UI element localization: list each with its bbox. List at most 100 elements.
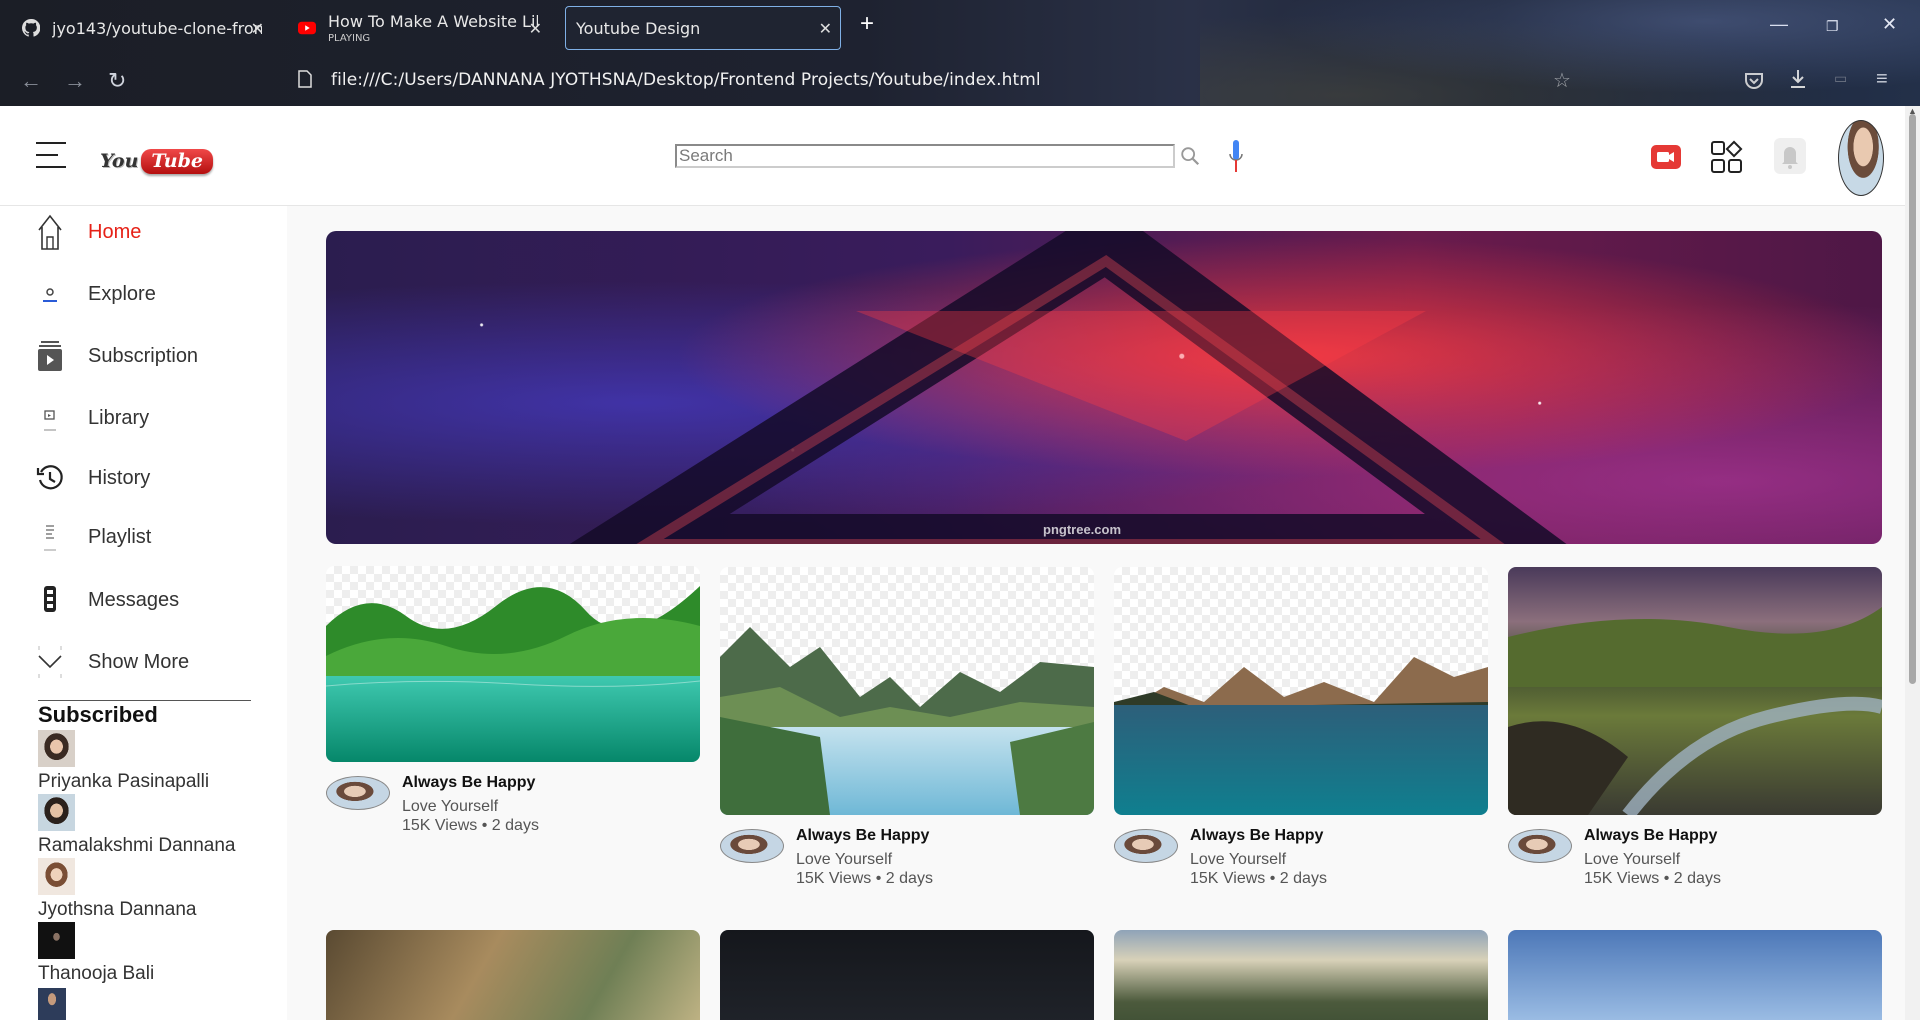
video-title[interactable]: Always Be Happy <box>402 774 535 792</box>
channel-avatar[interactable] <box>326 776 390 810</box>
video-title[interactable]: Always Be Happy <box>796 827 929 845</box>
video-card[interactable]: Always Be Happy Love Yourself 15K Views … <box>1114 567 1488 897</box>
forward-icon[interactable]: → <box>64 68 86 94</box>
channel-avatar <box>38 988 66 1020</box>
channel-avatar <box>38 794 75 831</box>
scrollbar-thumb[interactable] <box>1909 114 1916 684</box>
hamburger-menu-icon[interactable] <box>36 142 66 168</box>
restore-button[interactable]: ❐ <box>1826 18 1839 35</box>
subscription-item[interactable]: Ramalakshmi Dannana <box>38 794 236 857</box>
sidebar-item-library[interactable]: Library <box>36 396 149 440</box>
channel-avatar <box>38 730 75 767</box>
video-channel[interactable]: Love Yourself <box>402 798 498 816</box>
banner-art <box>569 231 1567 544</box>
pocket-icon[interactable] <box>1744 70 1764 96</box>
download-icon[interactable] <box>1788 68 1808 96</box>
video-card[interactable]: Always Be Happy Love Yourself 15K Views … <box>720 567 1094 897</box>
search-input[interactable] <box>675 144 1175 168</box>
video-thumbnail[interactable] <box>1114 567 1488 815</box>
video-stats: 15K Views • 2 days <box>796 870 933 887</box>
history-icon <box>36 458 64 498</box>
hero-banner[interactable]: pngtree.com <box>326 231 1882 544</box>
sidebar-item-label: Show More <box>88 650 190 673</box>
youtube-logo[interactable]: You Tube <box>100 146 213 176</box>
channel-avatar[interactable] <box>1508 829 1572 863</box>
channel-avatar[interactable] <box>1114 829 1178 863</box>
video-thumbnail[interactable] <box>1508 567 1882 815</box>
sidebar-item-subscription[interactable]: Subscription <box>36 334 198 378</box>
browser-navbar: ← → ↻ file:///C:/Users/DANNANA JYOTHSNA/… <box>0 58 1920 106</box>
messages-icon <box>36 580 64 620</box>
subscription-item[interactable]: Thanooja Bali <box>38 922 154 985</box>
extensions-icon[interactable]: ▭ <box>1834 70 1847 87</box>
channel-avatar <box>38 858 75 895</box>
microphone-icon[interactable] <box>1228 138 1244 181</box>
video-thumbnail[interactable] <box>326 930 700 1020</box>
tab-youtube-video[interactable]: How To Make A Website Like Yo PLAYING ✕ <box>288 6 550 50</box>
sidebar-divider <box>38 700 251 701</box>
file-icon <box>298 70 312 93</box>
video-card[interactable]: Always Be Happy Love Yourself 15K Views … <box>326 566 700 844</box>
subscription-icon <box>36 336 64 376</box>
reload-icon[interactable]: ↻ <box>108 68 126 94</box>
channel-name: Thanooja Bali <box>38 963 155 984</box>
video-thumbnail[interactable] <box>1114 930 1488 1020</box>
tab-title: jyo143/youtube-clone-frontend <box>52 18 262 38</box>
sidebar-item-label: History <box>88 466 151 489</box>
sidebar-item-label: Explore <box>88 282 156 305</box>
search-icon[interactable] <box>1179 145 1201 167</box>
github-icon <box>22 19 40 37</box>
user-avatar[interactable] <box>1838 120 1884 196</box>
back-icon[interactable]: ← <box>20 68 42 94</box>
create-video-icon[interactable] <box>1650 144 1682 175</box>
video-thumbnail[interactable] <box>720 567 1094 815</box>
video-thumbnail[interactable] <box>1508 930 1882 1020</box>
tab-youtube-design[interactable]: Youtube Design ✕ <box>565 6 841 50</box>
library-icon <box>36 398 64 438</box>
apps-grid-icon[interactable] <box>1710 138 1744 181</box>
sidebar-item-show-more[interactable]: Show More <box>36 640 189 684</box>
close-icon[interactable]: ✕ <box>819 19 832 38</box>
video-meta: Always Be Happy Love Yourself 15K Views … <box>326 774 700 844</box>
video-thumbnail[interactable] <box>720 930 1094 1020</box>
notification-bell-icon[interactable] <box>1774 136 1806 181</box>
sidebar-item-messages[interactable]: Messages <box>36 578 179 622</box>
sidebar-item-label: Library <box>88 406 150 429</box>
tab-github[interactable]: jyo143/youtube-clone-frontend ✕ <box>12 6 272 50</box>
address-bar[interactable]: file:///C:/Users/DANNANA JYOTHSNA/Deskto… <box>331 70 1041 90</box>
menu-icon[interactable]: ≡ <box>1876 68 1888 91</box>
tab-strip: jyo143/youtube-clone-frontend ✕ How To M… <box>0 0 1920 54</box>
sidebar-item-label: Home <box>88 220 142 243</box>
video-title[interactable]: Always Be Happy <box>1190 827 1323 845</box>
video-channel[interactable]: Love Yourself <box>796 851 892 869</box>
site-header: You Tube <box>0 106 1905 206</box>
sidebar-item-explore[interactable]: Explore <box>36 272 156 316</box>
sidebar: Home Explore Subscription Library Histor… <box>0 206 287 1020</box>
close-icon[interactable]: ✕ <box>529 19 542 38</box>
channel-avatar[interactable] <box>720 829 784 863</box>
close-icon[interactable]: ✕ <box>251 19 264 38</box>
page-scrollbar[interactable]: ▲ <box>1905 106 1920 1020</box>
youtube-icon <box>298 19 316 37</box>
new-tab-button[interactable]: + <box>860 10 874 38</box>
home-icon <box>36 212 64 252</box>
sidebar-item-playlist[interactable]: Playlist <box>36 515 151 559</box>
sidebar-item-home[interactable]: Home <box>36 210 141 254</box>
video-card[interactable]: Always Be Happy Love Yourself 15K Views … <box>1508 567 1882 897</box>
subscription-item[interactable] <box>38 988 66 1020</box>
banner-watermark: pngtree.com <box>1043 522 1122 537</box>
bookmark-star-icon[interactable]: ☆ <box>1553 68 1571 93</box>
subscription-item[interactable]: Priyanka Pasinapalli <box>38 730 209 793</box>
video-channel[interactable]: Love Yourself <box>1584 851 1680 869</box>
video-channel[interactable]: Love Yourself <box>1190 851 1286 869</box>
subscribed-heading: Subscribed <box>38 702 158 727</box>
channel-name: Jyothsna Dannana <box>38 899 197 920</box>
logo-tube-text: Tube <box>141 148 213 174</box>
close-window-button[interactable]: ✕ <box>1882 14 1897 35</box>
video-thumbnail[interactable] <box>326 566 700 762</box>
subscription-item[interactable]: Jyothsna Dannana <box>38 858 196 921</box>
sidebar-item-history[interactable]: History <box>36 456 150 500</box>
video-title[interactable]: Always Be Happy <box>1584 827 1717 845</box>
minimize-button[interactable]: — <box>1770 14 1788 35</box>
tab-title: Youtube Design <box>576 18 701 38</box>
